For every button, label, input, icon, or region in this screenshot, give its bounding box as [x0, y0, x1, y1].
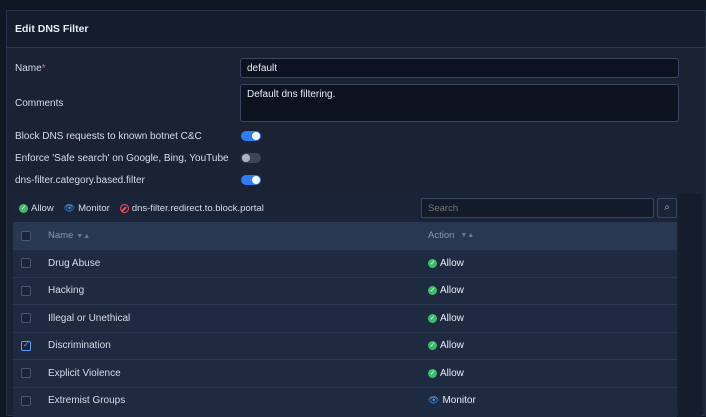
name-column-header[interactable]: Name ▼▲ [48, 230, 90, 241]
row-checkbox[interactable] [21, 368, 31, 379]
edit-dns-filter-panel: Edit DNS Filter Name* Comments Default d… [6, 10, 706, 417]
page-title: Edit DNS Filter [15, 23, 89, 35]
toggle-knob [242, 154, 250, 162]
category-name: Hacking [48, 285, 85, 297]
toggle-knob [252, 132, 260, 140]
check-circle-icon: ✓ [19, 203, 28, 213]
action-label: Allow [440, 312, 464, 324]
panel-header: Edit DNS Filter [7, 11, 705, 48]
action-cell[interactable]: ✓ Allow [428, 285, 464, 296]
search-button[interactable]: ⌕ [657, 198, 677, 218]
table-row[interactable]: Illegal or Unethical ✓ Allow [13, 304, 677, 332]
category-table: ✓ Allow 👁 Monitor dns-filter.redirect.to.b… [13, 194, 677, 417]
table-header: Name ▼▲ Action ▼▲ [13, 222, 677, 249]
name-label: Name* [15, 62, 46, 74]
action-label: Allow [440, 285, 464, 297]
toggle-knob [252, 176, 260, 184]
row-checkbox[interactable] [21, 395, 31, 406]
category-name: Drug Abuse [48, 257, 101, 269]
botnet-label: Block DNS requests to known botnet C&C [15, 130, 202, 142]
category-filter-toggle[interactable] [241, 175, 261, 185]
check-circle-icon: ✓ [428, 286, 437, 296]
action-cell[interactable]: ✓ Allow [428, 368, 464, 379]
legend-allow[interactable]: ✓ Allow [19, 203, 54, 214]
toggle-row-category-filter: dns-filter.category.based.filter [7, 173, 697, 187]
check-circle-icon: ✓ [428, 258, 437, 268]
category-filter-label: dns-filter.category.based.filter [15, 174, 145, 186]
table-row[interactable]: Discrimination ✓Allow [13, 331, 677, 360]
check-circle-icon: ✓ [428, 313, 437, 323]
table-row[interactable]: Hacking ✓ Allow [13, 276, 677, 305]
row-checkbox[interactable] [21, 313, 31, 324]
safe-search-label: Enforce 'Safe search' on Google, Bing, Y… [15, 152, 229, 164]
search-icon: ⌕ [664, 202, 670, 213]
action-label: Monitor [442, 395, 476, 407]
category-name: Extremist Groups [48, 395, 126, 407]
eye-icon: 👁 [63, 202, 76, 213]
row-checkbox[interactable] [21, 258, 31, 269]
action-cell[interactable]: ✓ Allow [428, 313, 464, 324]
legend-monitor[interactable]: 👁 Monitor [64, 203, 110, 214]
category-name: Explicit Violence [48, 367, 121, 379]
table-row[interactable]: Explicit Violence ✓ Allow [13, 359, 677, 387]
check-circle-icon: ✓ [428, 341, 437, 351]
comments-textarea[interactable]: Default dns filtering. [240, 84, 679, 122]
check-circle-icon: ✓ [428, 368, 437, 378]
toggle-row-safe-search: Enforce 'Safe search' on Google, Bing, Y… [7, 151, 697, 165]
action-legend: ✓ Allow 👁 Monitor dns-filter.redirect.to.b… [13, 194, 677, 222]
search-input[interactable] [421, 198, 654, 218]
eye-icon: 👁 [428, 395, 440, 406]
table-body: Drug Abuse ✓ Allow Hacking ✓ Allow Illegal or … [13, 249, 677, 414]
action-cell[interactable]: ✓ Allow [428, 258, 464, 269]
action-label: Allow [440, 367, 464, 379]
required-mark: * [41, 62, 46, 74]
row-checkbox[interactable] [21, 340, 31, 351]
botnet-toggle[interactable] [241, 131, 261, 141]
table-row[interactable]: Drug Abuse ✓ Allow [13, 249, 677, 277]
action-label: Allow [440, 257, 464, 269]
name-input[interactable] [240, 58, 679, 78]
select-all-checkbox[interactable] [21, 230, 31, 241]
comments-label: Comments [15, 97, 64, 109]
scrollbar-track[interactable] [678, 194, 702, 417]
legend-block[interactable]: dns-filter.redirect.to.block.portal [119, 203, 264, 214]
category-name: Illegal or Unethical [48, 312, 131, 324]
toggle-row-botnet: Block DNS requests to known botnet C&C [7, 129, 697, 143]
action-label: Allow [440, 340, 464, 352]
table-row[interactable]: Extremist Groups 👁 Monitor [13, 386, 677, 415]
sort-icon: ▼▲ [460, 232, 475, 239]
action-cell[interactable]: 👁 Monitor [428, 395, 476, 406]
action-cell[interactable]: ✓ Allow [428, 340, 464, 351]
safe-search-toggle[interactable] [241, 153, 261, 163]
comments-row: Comments Default dns filtering. [7, 84, 697, 122]
category-name: Discrimination [48, 340, 111, 352]
block-icon [119, 203, 129, 213]
action-column-header[interactable]: Action ▼▲ [428, 230, 474, 241]
row-checkbox[interactable] [21, 285, 31, 296]
name-row: Name* [7, 58, 697, 78]
sort-icon: ▼▲ [76, 233, 91, 240]
